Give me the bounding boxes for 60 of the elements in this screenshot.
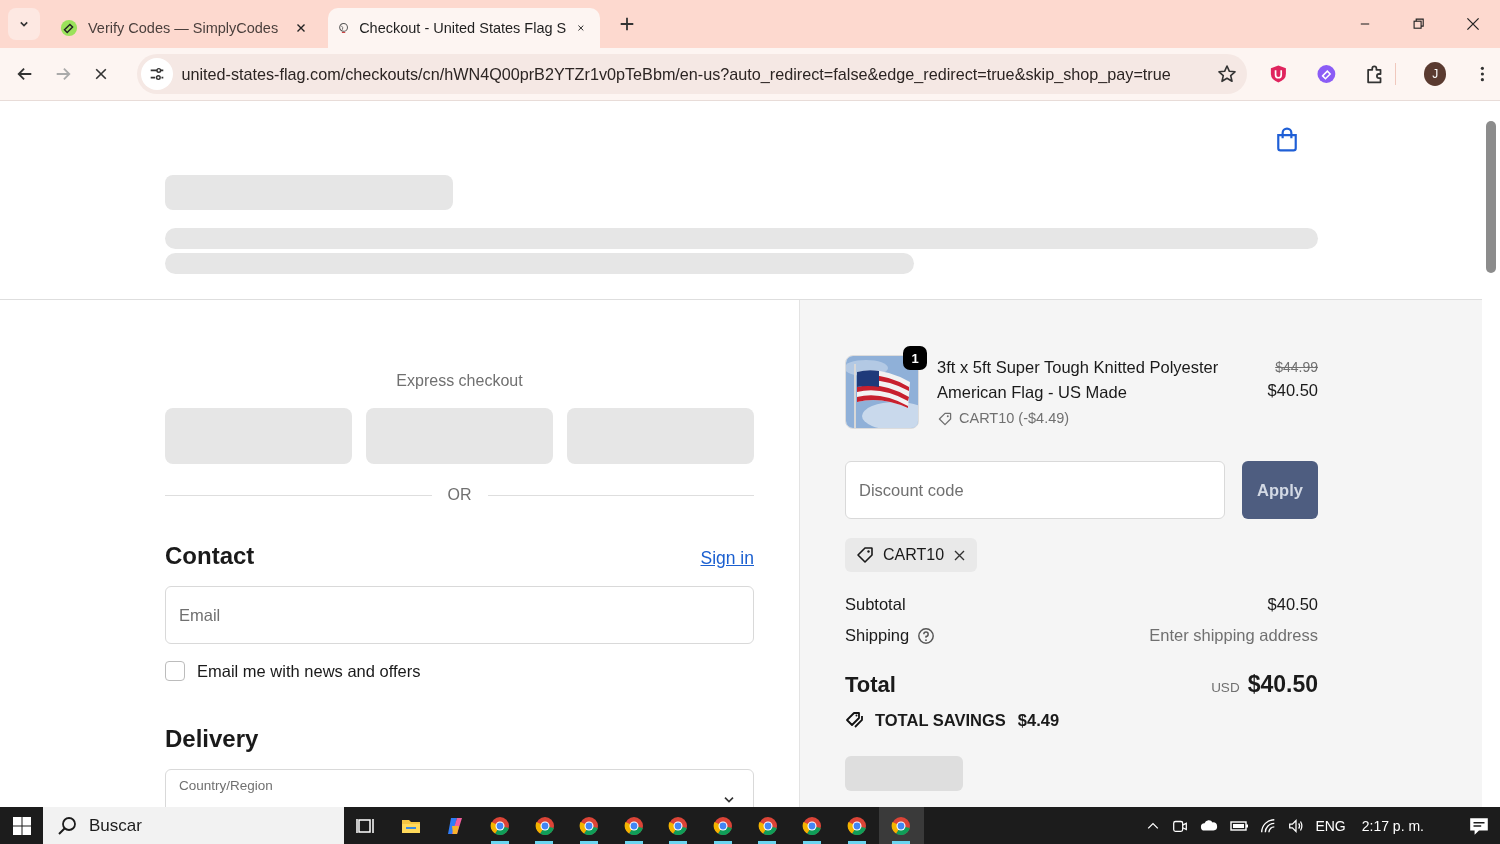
browser-icon <box>579 815 600 836</box>
browser-icon <box>802 815 823 836</box>
express-checkout-title: Express checkout <box>395 372 524 390</box>
site-settings-button[interactable] <box>141 58 174 90</box>
browser-icon <box>490 815 511 836</box>
country-select[interactable]: Country/Region <box>165 769 754 807</box>
extension-badge-icon[interactable] <box>1316 64 1336 84</box>
section-heading: Contact <box>165 542 255 570</box>
product-price: $40.50 <box>1267 381 1318 400</box>
globe-icon <box>338 20 350 36</box>
savings-label: TOTAL SAVINGS <box>875 710 1006 730</box>
search-icon <box>57 816 77 836</box>
taskbar-app-button[interactable] <box>879 807 924 844</box>
section-heading: Delivery <box>165 725 260 753</box>
quantity-badge: 1 <box>903 346 927 370</box>
browser-icon <box>757 815 778 836</box>
total-value: $40.50 <box>1247 671 1318 697</box>
profile-avatar[interactable]: J <box>1423 62 1447 86</box>
language-indicator[interactable]: ENG <box>1315 817 1346 834</box>
checkbox-label: Email me with news and offers <box>197 661 421 681</box>
tag-icon <box>937 410 953 427</box>
browser-icon <box>713 815 734 836</box>
summary-label: Shipping <box>845 626 910 645</box>
browser-icon <box>534 815 555 836</box>
separator-label: OR <box>447 486 472 504</box>
star-icon[interactable] <box>1217 64 1238 84</box>
address-bar[interactable]: united-states-flag.com/checkouts/cn/hWN4Q00prB2YTZr1v0pTeBbm/en-us?auto_redirect=false&edge_redirect=true&skip_shop_pay=true <box>137 54 1248 94</box>
checkbox[interactable] <box>165 661 185 681</box>
total-label: Total <box>845 672 896 698</box>
browser-tab[interactable]: Checkout - United States Flag S <box>328 8 600 48</box>
clock[interactable]: 2:17 p. m. <box>1361 817 1424 834</box>
email-field[interactable]: Email <box>165 586 754 644</box>
restore-icon <box>1412 17 1426 31</box>
discount-label: CART10 (-$4.49) <box>959 409 1070 428</box>
help-icon[interactable] <box>917 626 936 645</box>
summary-value: $40.50 <box>1267 595 1318 614</box>
discount-code-field[interactable]: Discount code <box>845 461 1225 519</box>
shopping-bag-icon[interactable] <box>1275 127 1299 153</box>
back-arrow-icon <box>15 65 34 83</box>
sign-in-link[interactable]: Sign in <box>700 548 754 569</box>
browser-icon <box>668 815 689 836</box>
discount-code: CART10 <box>883 546 945 564</box>
windows-icon <box>11 815 32 836</box>
plus-icon <box>618 15 636 33</box>
close-icon <box>1465 16 1481 32</box>
product-name: 3ft x 5ft Super Tough Knitted Polyester American Flag - US Made <box>937 357 1220 403</box>
savings-value: $4.49 <box>1017 710 1060 730</box>
tags-icon <box>845 710 865 730</box>
browser-icon <box>891 815 912 836</box>
summary-value: Enter shipping address <box>1149 626 1318 645</box>
browser-icon <box>846 815 867 836</box>
summary-label: Subtotal <box>845 595 906 614</box>
shield-icon[interactable] <box>1269 64 1289 84</box>
apply-button[interactable]: Apply <box>1242 461 1318 519</box>
favicon-icon <box>60 19 78 37</box>
original-price: $44.99 <box>1274 359 1318 375</box>
tag-icon <box>855 545 875 565</box>
currency-label: USD <box>1211 680 1240 695</box>
browser-tab[interactable]: Verify Codes — SimplyCodes <box>50 8 322 48</box>
browser-icon <box>623 815 644 836</box>
